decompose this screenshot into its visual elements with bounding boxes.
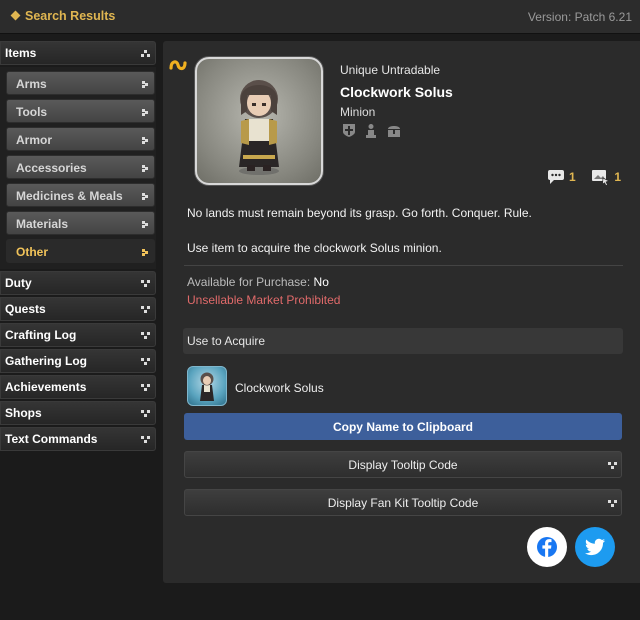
sidebar-category-crafting-log[interactable]: Crafting Log [0, 323, 156, 347]
top-bar: Search Results Version: Patch 6.21 [0, 0, 640, 34]
diamond-icon [10, 10, 21, 21]
comment-count: 1 [568, 170, 576, 184]
chevron-right-icon [142, 137, 148, 144]
sidebar-category-label: Crafting Log [5, 328, 77, 342]
sidebar-category-shops[interactable]: Shops [0, 401, 156, 425]
fankit-tooltip-code-button[interactable]: Display Fan Kit Tooltip Code [184, 489, 622, 516]
sidebar-item-label: Armor [16, 133, 53, 147]
expand-arrow-icon [141, 358, 150, 365]
comment-icon[interactable] [546, 169, 566, 185]
item-description: No lands must remain beyond its grasp. G… [187, 206, 532, 220]
sidebar-item-accessories[interactable]: Accessories [6, 155, 155, 179]
screenshot-count: 1 [614, 170, 621, 184]
bust-icon [366, 124, 377, 138]
sidebar-category-label: Text Commands [5, 432, 98, 446]
market-status: Unsellable Market Prohibited [187, 293, 341, 307]
sidebar-item-tools[interactable]: Tools [6, 99, 155, 123]
sidebar-category-label: Gathering Log [5, 354, 87, 368]
expand-arrow-icon [141, 280, 150, 287]
sidebar-category-label: Shops [5, 406, 42, 420]
sidebar-category-gathering-log[interactable]: Gathering Log [0, 349, 156, 373]
facebook-share-button[interactable] [527, 527, 567, 567]
expand-arrow-icon [141, 410, 150, 417]
acquire-entry-name[interactable]: Clockwork Solus [235, 381, 324, 395]
minion-figure-icon [239, 80, 279, 175]
twitter-icon [585, 538, 605, 556]
sidebar-item-materials[interactable]: Materials [6, 211, 155, 235]
breadcrumb-label: Search Results [25, 9, 116, 23]
sidebar-category-items[interactable]: Items [0, 41, 156, 65]
divider [184, 265, 623, 266]
sidebar-item-label: Materials [16, 217, 69, 231]
page-footer-gap [163, 583, 640, 620]
chevron-down-icon [608, 462, 617, 469]
acquire-entry-icon[interactable] [187, 366, 227, 406]
availability-label: Available for Purchase: [187, 275, 311, 289]
sidebar-item-medicines-meals[interactable]: Medicines & Meals [6, 183, 155, 207]
screenshot-icon[interactable] [591, 168, 611, 187]
sidebar-item-other[interactable]: Other [6, 239, 155, 263]
chevron-right-icon [142, 221, 148, 228]
sidebar-item-label: Other [16, 245, 49, 259]
cross-shield-icon [343, 124, 355, 137]
item-name: Clockwork Solus [340, 84, 453, 100]
item-counts: 1 1 [546, 168, 621, 187]
item-icon [195, 57, 323, 185]
chevron-right-icon [142, 165, 148, 172]
sidebar-category-label: Quests [5, 302, 46, 316]
tooltip-code-button[interactable]: Display Tooltip Code [184, 451, 622, 478]
sidebar: Items Arms Tools Armor Accessories Medic… [0, 41, 156, 453]
minion-thumbnail-icon [200, 372, 214, 401]
minion-category-icon [169, 60, 187, 71]
sidebar-item-armor[interactable]: Armor [6, 127, 155, 151]
item-flags: Unique Untradable [340, 63, 441, 77]
availability-value: No [313, 275, 329, 289]
sidebar-category-duty[interactable]: Duty [0, 271, 156, 295]
twitter-share-button[interactable] [575, 527, 615, 567]
sidebar-item-label: Medicines & Meals [16, 189, 123, 203]
chevron-right-icon [142, 193, 148, 200]
facebook-icon [537, 537, 557, 557]
sidebar-category-label: Items [5, 46, 37, 60]
item-flag-icons [342, 123, 406, 139]
chevron-right-icon [142, 81, 148, 88]
version-label: Version: Patch 6.21 [527, 10, 632, 24]
breadcrumb[interactable]: Search Results [10, 9, 116, 23]
use-to-acquire-header: Use to Acquire [183, 328, 623, 354]
chest-icon [387, 126, 400, 137]
tooltip-code-label: Display Tooltip Code [348, 458, 458, 472]
sidebar-category-label: Duty [5, 276, 32, 290]
fankit-tooltip-code-label: Display Fan Kit Tooltip Code [327, 496, 479, 510]
sidebar-subcategory-list: Arms Tools Armor Accessories Medicines &… [0, 67, 156, 269]
expand-arrow-icon [141, 436, 150, 443]
sidebar-item-label: Tools [16, 105, 48, 119]
chevron-right-icon [142, 109, 148, 116]
sidebar-item-label: Arms [16, 77, 47, 91]
sidebar-category-quests[interactable]: Quests [0, 297, 156, 321]
expand-arrow-icon [141, 306, 150, 313]
sidebar-item-label: Accessories [16, 161, 87, 175]
sidebar-category-label: Achievements [5, 380, 87, 394]
sidebar-category-text-commands[interactable]: Text Commands [0, 427, 156, 451]
item-use-text: Use item to acquire the clockwork Solus … [187, 241, 442, 255]
item-type: Minion [340, 105, 376, 119]
collapse-arrow-icon [141, 50, 150, 57]
chevron-down-icon [608, 500, 617, 507]
copy-name-button[interactable]: Copy Name to Clipboard [184, 413, 622, 440]
sidebar-item-arms[interactable]: Arms [6, 71, 155, 95]
availability-line: Available for Purchase: No [187, 275, 329, 289]
chevron-right-icon [142, 249, 148, 256]
expand-arrow-icon [141, 384, 150, 391]
expand-arrow-icon [141, 332, 150, 339]
sidebar-category-achievements[interactable]: Achievements [0, 375, 156, 399]
